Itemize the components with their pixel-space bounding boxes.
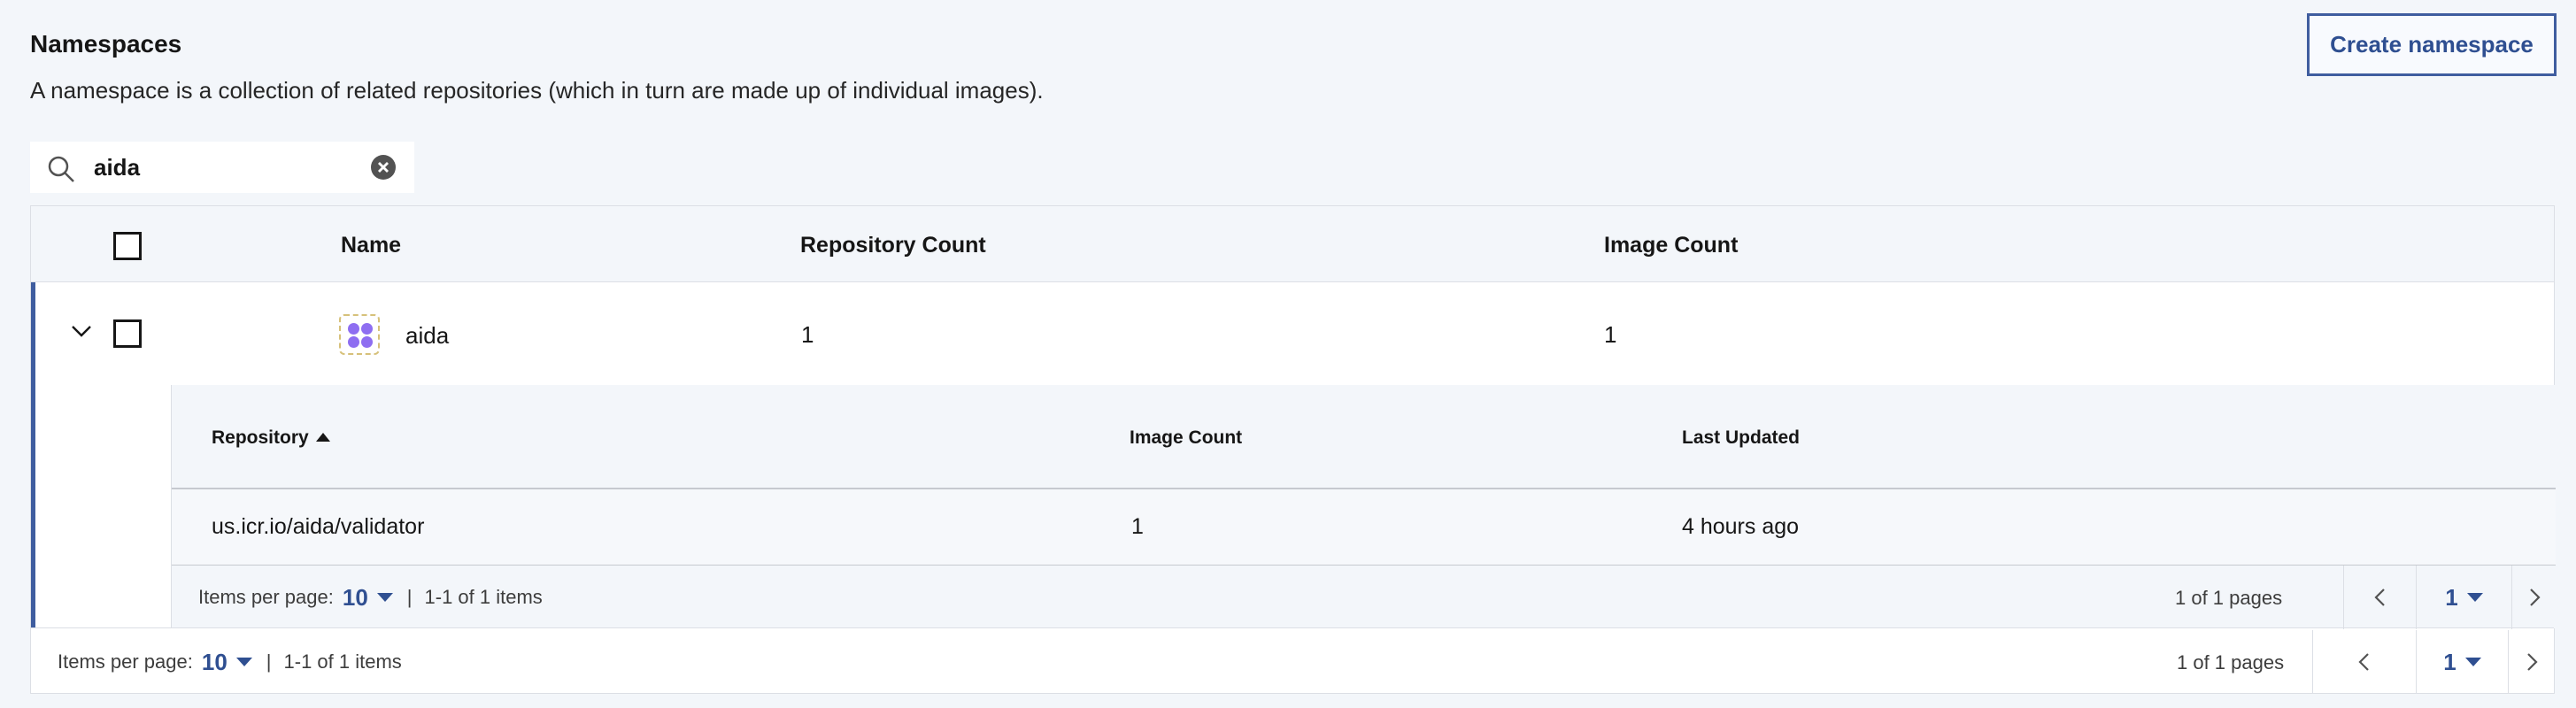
namespaces-table: Name Repository Count Image Count aida 1… [30,205,2557,694]
search-box [30,142,414,193]
namespace-name[interactable]: aida [405,322,449,350]
column-header-image-count[interactable]: Image Count [1130,427,1242,449]
clear-search-icon[interactable] [370,154,397,181]
items-per-page-select[interactable]: 10 [343,584,393,612]
page-title: Namespaces [30,30,182,58]
search-input[interactable] [94,149,377,186]
image-count: 1 [1604,321,1617,348]
caret-down-icon [2466,593,2483,602]
items-per-page-select[interactable]: 10 [202,649,252,676]
column-header-last-updated[interactable]: Last Updated [1682,427,1800,449]
previous-page-button[interactable] [2312,630,2416,694]
page-select[interactable]: 1 [2416,566,2511,629]
create-namespace-button[interactable]: Create namespace [2307,13,2557,76]
column-header-repository-count[interactable]: Repository Count [800,233,986,258]
column-header-image-count[interactable]: Image Count [1604,233,1738,258]
caret-down-icon [235,658,252,666]
previous-page-button[interactable] [2343,566,2416,629]
row-checkbox[interactable] [113,319,142,348]
repositories-subtable: Repository Image Count Last Updated us.i… [171,385,2557,629]
items-per-page-label: Items per page: [198,586,334,608]
repository-count: 1 [801,321,814,348]
pages-text: 1 of 1 pages [2175,587,2283,609]
next-page-button[interactable] [2508,630,2554,694]
select-all-checkbox[interactable] [113,232,142,260]
search-icon [48,156,74,182]
table-row[interactable]: us.icr.io/aida/validator 1 4 hours ago [172,489,2556,566]
page-select[interactable]: 1 [2416,630,2508,694]
items-range: 1-1 of 1 items [283,650,402,673]
page-description: A namespace is a collection of related r… [30,77,1044,104]
divider [31,627,2554,628]
namespace-icon [339,314,380,355]
pages-text: 1 of 1 pages [2177,651,2285,673]
chevron-left-icon [2358,653,2369,671]
next-page-button[interactable] [2511,566,2557,629]
column-header-repository[interactable]: Repository [212,427,330,449]
last-updated: 4 hours ago [1682,514,1800,539]
caret-down-icon [2464,658,2481,666]
items-range: 1-1 of 1 items [424,586,543,608]
column-header-name[interactable]: Name [341,233,401,258]
table-pagination: Items per page: 10 | 1-1 of 1 items [58,648,402,676]
table-header: Name Repository Count Image Count [31,206,2554,282]
repository-name[interactable]: us.icr.io/aida/validator [212,514,424,540]
chevron-down-icon[interactable] [68,318,95,344]
expanded-row-indicator [31,282,35,627]
subtable-pagination: Items per page: 10 | 1-1 of 1 items [198,583,543,612]
chevron-right-icon [2530,589,2541,606]
repository-image-count: 1 [1131,514,1144,539]
chevron-left-icon [2373,589,2385,606]
subtable-header: Repository Image Count Last Updated [172,385,2556,489]
sort-ascending-icon[interactable] [315,433,330,442]
items-per-page-label: Items per page: [58,650,193,673]
caret-down-icon [376,593,393,602]
chevron-right-icon [2526,653,2538,671]
